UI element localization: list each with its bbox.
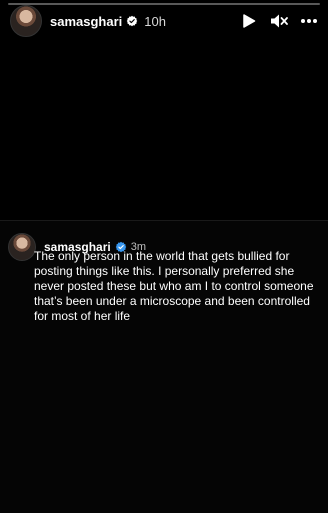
speaker-muted-icon bbox=[271, 14, 288, 28]
verified-icon bbox=[127, 15, 138, 27]
more-horizontal-icon bbox=[301, 19, 317, 23]
story-header: samasghari 10h bbox=[8, 5, 320, 37]
play-button[interactable] bbox=[238, 10, 260, 32]
story-viewer: samasghari 10h samasghari 3m The only pe… bbox=[0, 0, 328, 513]
story-progress-bar bbox=[8, 3, 320, 5]
more-options-button[interactable] bbox=[298, 10, 320, 32]
story-timestamp: 10h bbox=[144, 13, 166, 29]
post-text: The only person in the world that gets b… bbox=[34, 249, 314, 323]
mute-button[interactable] bbox=[268, 10, 290, 32]
post-avatar[interactable] bbox=[8, 233, 36, 261]
story-username[interactable]: samasghari bbox=[50, 14, 122, 29]
shared-post: samasghari 3m The only person in the wor… bbox=[0, 220, 328, 513]
avatar[interactable] bbox=[10, 5, 42, 37]
play-icon bbox=[243, 14, 256, 28]
